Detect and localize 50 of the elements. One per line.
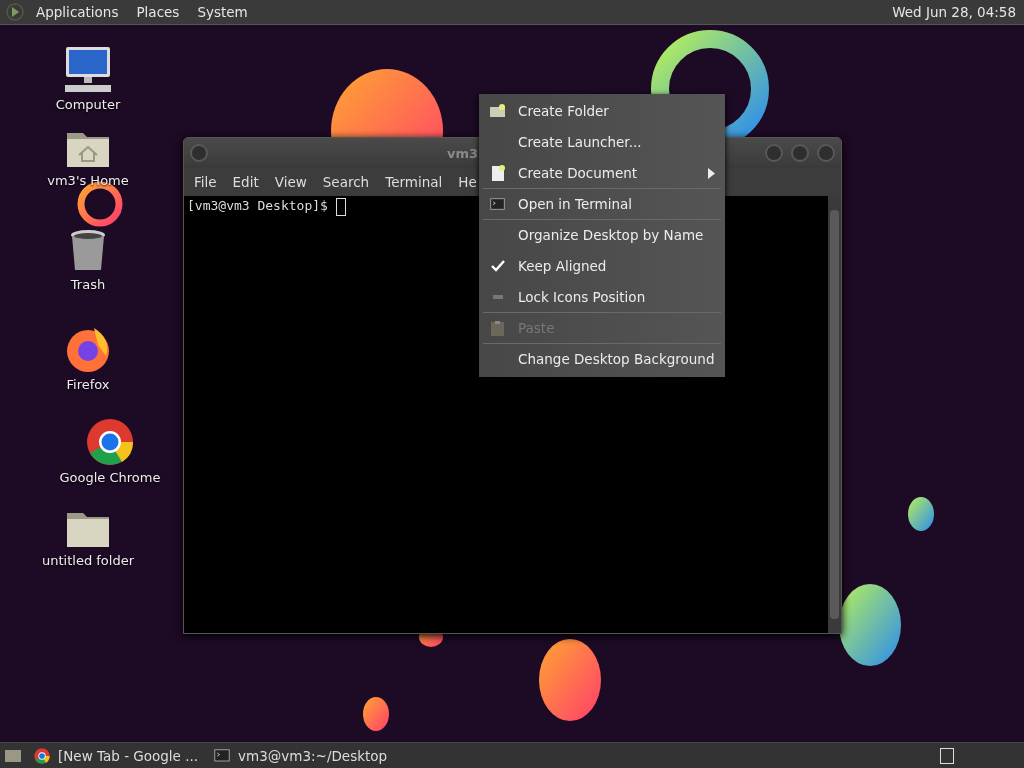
menu-item[interactable]: Create Launcher...: [483, 127, 721, 158]
checkmark-icon[interactable]: [490, 260, 505, 272]
menu-item[interactable]: File: [188, 174, 223, 190]
browser-icon: [64, 325, 112, 373]
window-title: vm3: [447, 145, 479, 161]
panel-menu[interactable]: System: [191, 4, 254, 20]
document-icon: [490, 164, 505, 182]
clock[interactable]: Wed Jun 28, 04:58: [892, 4, 1016, 20]
browser-icon: [86, 418, 134, 466]
workspace-switcher[interactable]: [940, 747, 954, 764]
panel-menu[interactable]: Applications: [30, 4, 125, 20]
desktop-icon-label[interactable]: Google Chrome: [59, 470, 161, 485]
desktop-icon-label[interactable]: Trash: [70, 277, 106, 292]
browser-icon: [34, 747, 50, 764]
taskbar-button[interactable]: [New Tab - Google ...: [30, 747, 203, 764]
logo-icon[interactable]: [6, 3, 24, 21]
terminal-icon: [490, 198, 505, 210]
menu-item[interactable]: Create Document: [483, 158, 721, 189]
minimize-button[interactable]: [765, 144, 783, 162]
menu-item[interactable]: Lock Icons Position: [483, 282, 721, 313]
menu-item[interactable]: Keep Aligned: [483, 251, 721, 282]
close-button[interactable]: [817, 144, 835, 162]
taskbar-button[interactable]: vm3@vm3:~/Desktop: [210, 747, 392, 764]
clipboard-icon: [490, 319, 505, 337]
menu-item[interactable]: Change Desktop Background: [483, 344, 721, 375]
folder-icon: [489, 104, 506, 118]
folder-icon[interactable]: [4, 748, 22, 763]
panel-menu[interactable]: Places: [130, 4, 186, 20]
submenu-arrow-icon: [708, 168, 715, 179]
menu-item[interactable]: Terminal: [379, 174, 449, 190]
text-cursor: [335, 198, 346, 216]
window-menu-button[interactable]: [190, 144, 208, 162]
terminal-icon: [214, 749, 231, 762]
menu-item[interactable]: Organize Desktop by Name: [483, 220, 721, 251]
menu-item[interactable]: Open in Terminal: [483, 189, 721, 220]
maximize-button[interactable]: [791, 144, 809, 162]
desktop-icon-label[interactable]: Computer: [55, 97, 121, 112]
desktop-icon-label[interactable]: vm3's Home: [47, 173, 129, 188]
trash-icon: [69, 229, 107, 273]
menu-item[interactable]: Search: [316, 174, 376, 190]
menu-item[interactable]: He: [452, 174, 483, 190]
unchecked-dash-icon[interactable]: [492, 295, 503, 299]
scrollbar[interactable]: [828, 196, 841, 633]
menu-item[interactable]: Create Folder: [483, 96, 721, 127]
monitor-icon: [63, 45, 113, 93]
menu-item[interactable]: View: [268, 174, 313, 190]
desktop-icon-label[interactable]: Firefox: [66, 377, 110, 392]
shell-prompt: [vm3@vm3 Desktop]$: [187, 198, 328, 213]
menu-item[interactable]: Edit: [226, 174, 265, 190]
desktop-icon-label[interactable]: untitled folder: [42, 553, 134, 568]
